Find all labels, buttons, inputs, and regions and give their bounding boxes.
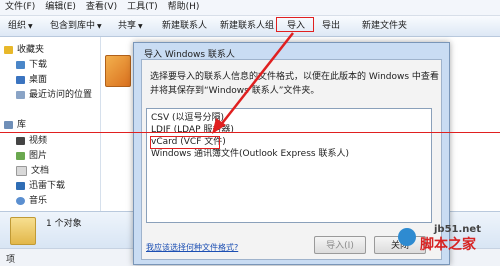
red-guide-line: [0, 132, 500, 133]
watermark-name: 脚本之家: [420, 237, 476, 253]
arrow-line: [219, 32, 294, 127]
watermark-logo: [398, 228, 416, 246]
